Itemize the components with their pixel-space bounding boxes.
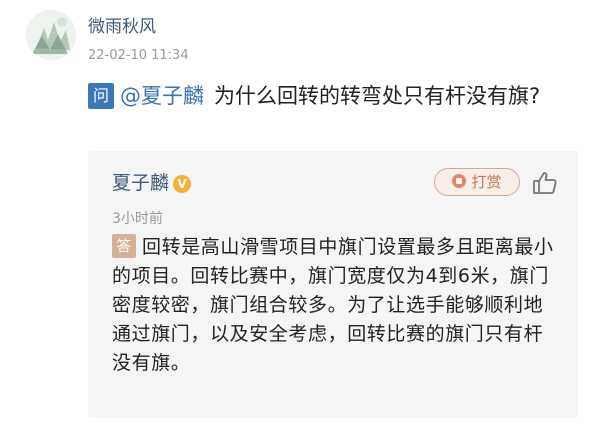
answer-badge: 答 bbox=[112, 234, 136, 258]
answer-timestamp: 3小时前 bbox=[112, 211, 163, 227]
tip-button[interactable]: 打赏 bbox=[434, 168, 520, 196]
answer-text: 回转是高山滑雪项目中旗门设置最多且距离最小的项目。回转比赛中，旗门宽度仅为4到6… bbox=[112, 236, 554, 374]
answer-card: 夏子麟 V 打赏 3小时前 答回转是高山滑雪项目中旗门设置最多且距离最小的项目。回… bbox=[88, 151, 578, 418]
mention-link[interactable]: @夏子麟 bbox=[120, 84, 204, 108]
tip-icon bbox=[452, 174, 467, 188]
tip-label: 打赏 bbox=[471, 173, 502, 191]
asker-avatar[interactable] bbox=[26, 10, 76, 60]
qa-page: { "asker": { "name": "微雨秋风", "time": "22… bbox=[0, 0, 600, 440]
question-text: 为什么回转的转弯处只有杆没有旗? bbox=[214, 84, 541, 108]
avatar-icon bbox=[26, 10, 76, 60]
answerer-name[interactable]: 夏子麟 bbox=[112, 172, 169, 194]
verified-icon: V bbox=[173, 175, 192, 193]
thumbs-up-icon[interactable] bbox=[532, 171, 558, 195]
asker-timestamp: 22-02-10 11:34 bbox=[88, 48, 189, 63]
asker-name[interactable]: 微雨秋风 bbox=[88, 12, 156, 37]
question-badge: 问 bbox=[88, 83, 114, 109]
question-text-block: 问 @夏子麟 为什么回转的转弯处只有杆没有旗? bbox=[88, 80, 568, 112]
answerer-block: 夏子麟 V bbox=[112, 168, 192, 195]
answer-text-block: 答回转是高山滑雪项目中旗门设置最多且距离最小的项目。回转比赛中，旗门宽度仅为4到… bbox=[112, 233, 558, 378]
